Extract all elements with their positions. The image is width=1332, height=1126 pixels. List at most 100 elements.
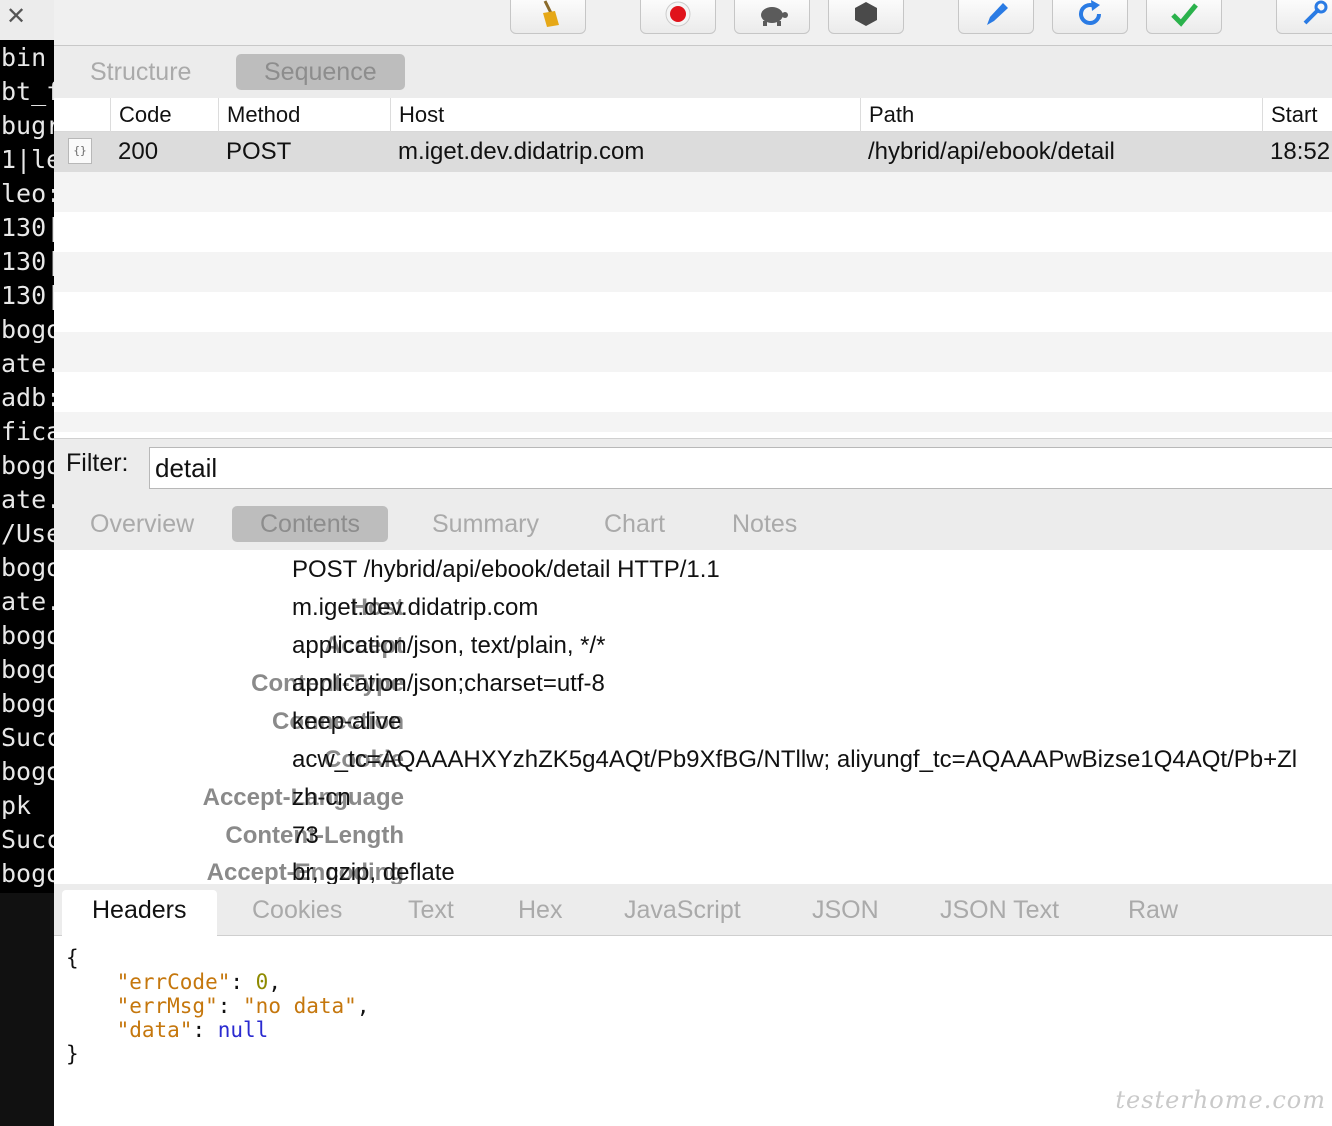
empty-row (54, 412, 1332, 432)
tab-notes[interactable]: Notes (704, 506, 825, 542)
json-value: "no data" (243, 994, 357, 1018)
column-header-start[interactable]: Start (1262, 98, 1317, 132)
header-value: keep-alive (292, 708, 402, 735)
tab-json-text[interactable]: JSON Text (910, 890, 1089, 936)
clear-session-button[interactable] (510, 0, 586, 34)
header-value: application/json, text/plain, */* (292, 632, 606, 659)
cell-path: /hybrid/api/ebook/detail (868, 138, 1115, 165)
json-close-brace: } (66, 1042, 79, 1066)
tab-sequence[interactable]: Sequence (236, 54, 405, 90)
compose-button[interactable] (958, 0, 1034, 34)
tab-raw[interactable]: Raw (1098, 890, 1208, 936)
broom-icon (543, 0, 559, 27)
terminal-line: bin (1, 43, 47, 72)
column-header-method[interactable]: Method (218, 98, 300, 132)
terminal-line: ate. (1, 485, 54, 514)
terminal-line: bt_f (1, 77, 54, 106)
tab-chart[interactable]: Chart (576, 506, 693, 542)
terminal-line: 130| (1, 247, 54, 276)
terminal-line: /Use (1, 519, 54, 548)
terminal-line: bogo (1, 621, 54, 650)
terminal-line: bogo (1, 689, 54, 718)
charles-proxy-window: Structure Sequence Code Method Host Path… (54, 0, 1332, 1126)
record-icon (665, 1, 691, 27)
tools-button[interactable] (1276, 0, 1332, 34)
table-row[interactable]: {} 200 POST m.iget.dev.didatrip.com /hyb… (54, 132, 1332, 172)
header-value: m.iget.dev.didatrip.com (292, 594, 539, 621)
tab-summary[interactable]: Summary (404, 506, 567, 542)
terminal-line: bogo (1, 859, 54, 888)
breakpoints-button[interactable] (828, 0, 904, 34)
json-value: null (217, 1018, 269, 1042)
column-header-host[interactable]: Host (390, 98, 444, 132)
cell-start: 18:52 (1270, 138, 1331, 165)
header-value: br, gzip, deflate (292, 859, 455, 884)
terminal-empty-area (0, 893, 54, 1126)
terminal-line: leo: (1, 179, 54, 208)
json-file-icon: {} (68, 138, 92, 164)
header-value: application/json;charset=utf-8 (292, 670, 605, 697)
json-body-viewer: { "errCode": 0, "errMsg": "no data", "da… (66, 946, 370, 1066)
json-value: 0 (255, 970, 269, 994)
table-header: Code Method Host Path Start (54, 98, 1332, 132)
empty-row (54, 332, 1332, 372)
header-value: acw_tc=AQAAAHXYzhZK5g4AQt/Pb9XfBG/NTllw;… (292, 746, 1298, 773)
header-value: 73 (292, 822, 319, 849)
terminal-line: 1|le (1, 145, 54, 174)
empty-row (54, 172, 1332, 212)
column-header-code[interactable]: Code (110, 98, 172, 132)
tab-overview[interactable]: Overview (62, 506, 222, 542)
validate-button[interactable] (1146, 0, 1222, 34)
cell-code: 200 (118, 138, 159, 165)
terminal-line: ate. (1, 349, 54, 378)
throttle-button[interactable] (734, 0, 810, 34)
request-line: POST /hybrid/api/ebook/detail HTTP/1.1 (292, 556, 720, 583)
cell-method: POST (226, 138, 292, 165)
check-icon (1171, 3, 1198, 27)
terminal-line: bugr (1, 111, 54, 140)
tab-json[interactable]: JSON (782, 890, 909, 936)
tab-text[interactable]: Text (378, 890, 484, 936)
terminal-line: ate. (1, 587, 54, 616)
close-icon[interactable]: ✕ (6, 2, 26, 30)
tab-structure[interactable]: Structure (62, 54, 219, 90)
turtle-icon (761, 7, 788, 26)
terminal-line: bogo (1, 553, 54, 582)
filter-label: Filter: (66, 449, 129, 477)
repeat-button[interactable] (1052, 0, 1128, 34)
terminal-line: 130| (1, 213, 54, 242)
empty-row (54, 212, 1332, 252)
view-tab-bar: Structure Sequence (54, 46, 1332, 98)
filter-input[interactable]: detail (149, 447, 1332, 489)
refresh-icon (1079, 0, 1101, 25)
terminal-line: bogo (1, 451, 54, 480)
empty-row (54, 252, 1332, 292)
record-button[interactable] (640, 0, 716, 34)
request-headers-panel: POST /hybrid/api/ebook/detail HTTP/1.1 H… (54, 550, 1332, 884)
terminal-line: Succ (1, 825, 54, 854)
header-value: zh-cn (292, 784, 351, 811)
tab-cookies[interactable]: Cookies (222, 890, 372, 936)
terminal-line: bogo (1, 315, 54, 344)
filter-bar: Filter: detail (54, 438, 1332, 494)
column-header-path[interactable]: Path (860, 98, 914, 132)
tab-javascript[interactable]: JavaScript (594, 890, 771, 936)
response-tab-bar: Headers Cookies Text Hex JavaScript JSON… (54, 884, 1332, 936)
cell-host: m.iget.dev.didatrip.com (398, 138, 645, 165)
tab-contents[interactable]: Contents (232, 506, 389, 542)
tools-icon (1303, 0, 1328, 25)
terminal-output: bin bt_fbugr 1|le leo: 130| 130| 130| bogo ate. a… (1, 42, 54, 892)
json-key: "errMsg" (116, 994, 218, 1018)
terminal-line: bogo (1, 655, 54, 684)
watermark: testerhome.com (1115, 1086, 1326, 1114)
json-key: "data" (116, 1018, 193, 1042)
stop-hexagon-icon (855, 2, 877, 26)
terminal-window: ✕ bin bt_fbugr 1|le leo: 130| 130| 130| bogo ate… (0, 0, 54, 1126)
json-key: "errCode" (116, 970, 231, 994)
empty-row (54, 292, 1332, 332)
tab-headers[interactable]: Headers (62, 890, 217, 936)
tab-hex[interactable]: Hex (488, 890, 592, 936)
sequence-table: {} 200 POST m.iget.dev.didatrip.com /hyb… (54, 132, 1332, 432)
terminal-titlebar: ✕ (0, 0, 54, 40)
terminal-line: adb: (1, 383, 54, 412)
